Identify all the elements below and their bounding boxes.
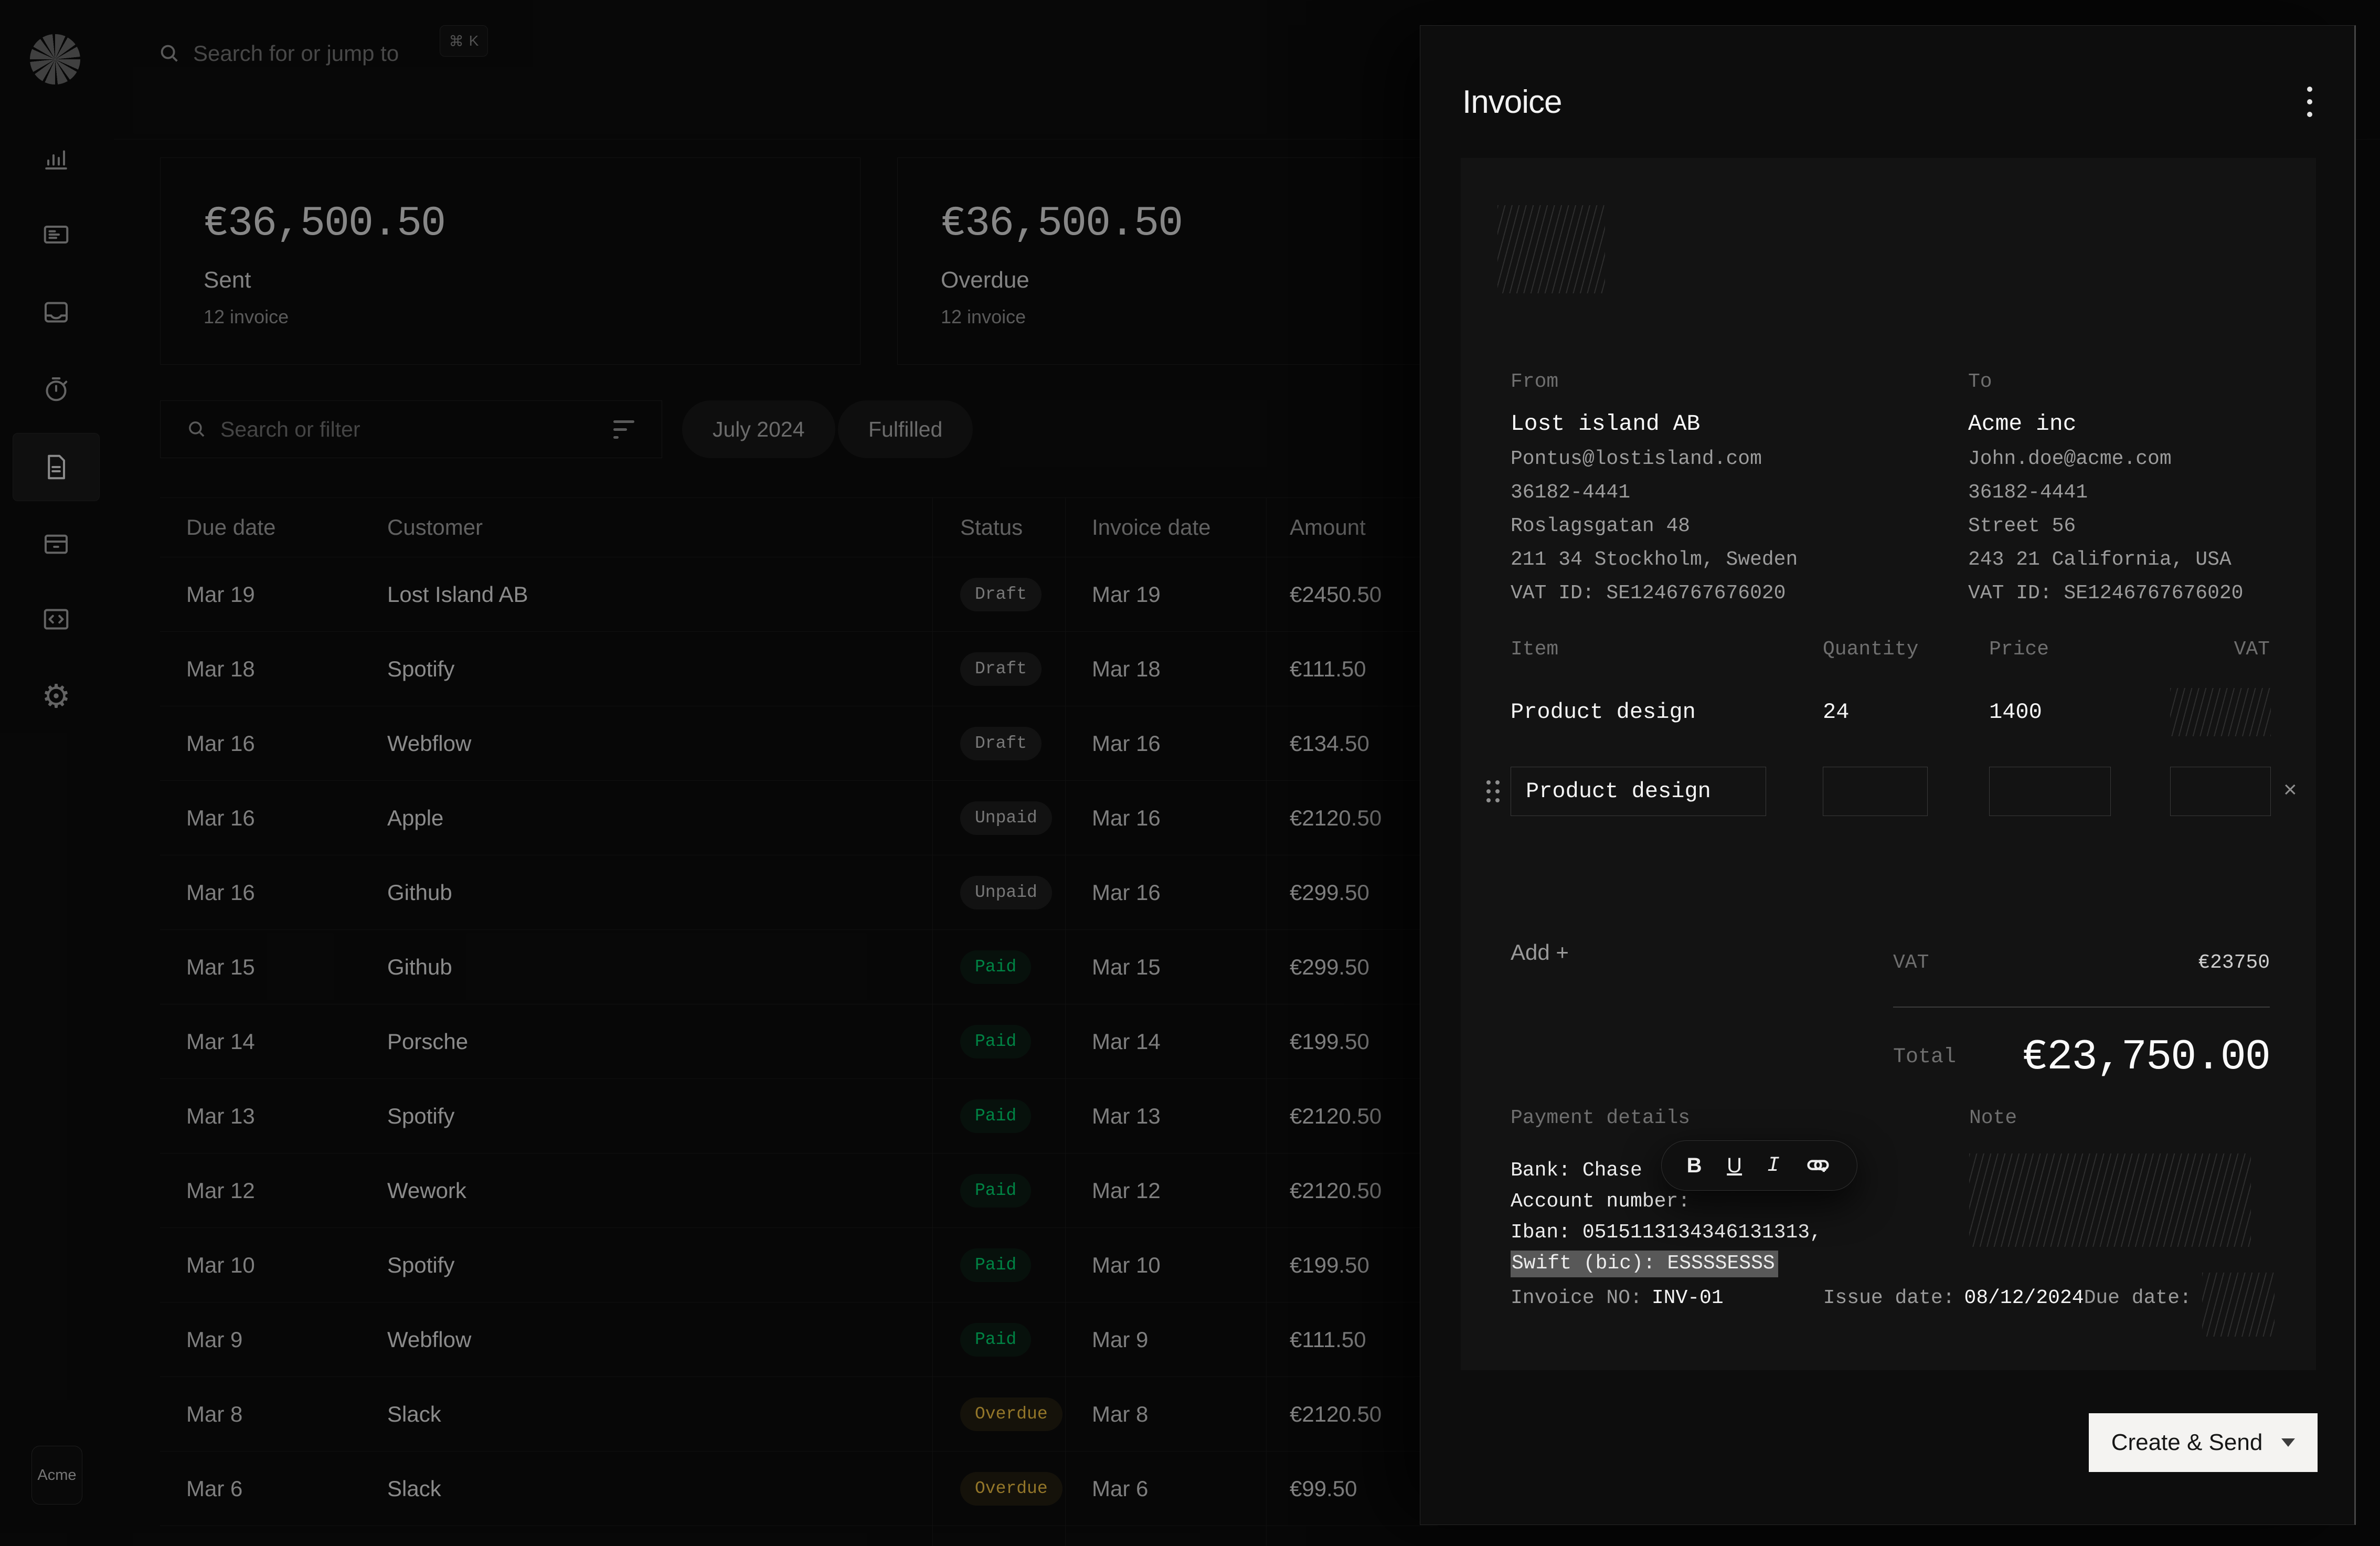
address-line: 36182-4441 <box>1968 481 2266 504</box>
item-quantity-input[interactable] <box>1823 767 1928 816</box>
italic-button[interactable]: I <box>1767 1154 1780 1178</box>
invoice-no-label: Invoice NO: <box>1511 1287 1642 1309</box>
summary-divider <box>1893 1007 2270 1008</box>
invoice-summary: VAT €23750 Total €23,750.00 <box>1893 951 2270 1082</box>
payment-details-label: Payment details <box>1511 1107 1909 1129</box>
address-line: VAT ID: SE1246767676020 <box>1968 582 2266 605</box>
col-price: Price <box>1989 638 2170 661</box>
payment-line-selected: Swift (bic): ESSSSESSS <box>1511 1251 1909 1276</box>
issue-date-group[interactable]: Issue date: 08/12/2024 <box>1823 1287 2084 1309</box>
note-label: Note <box>1969 1107 2270 1129</box>
invoice-parties: From Lost island AB Pontus@lostisland.co… <box>1511 370 2266 605</box>
due-date-placeholder[interactable] <box>2202 1273 2275 1337</box>
payment-line: Iban: 0515113134346131313, <box>1511 1220 1909 1245</box>
from-company: Lost island AB <box>1511 411 1968 437</box>
item-name-input[interactable]: Product design <box>1511 767 1766 816</box>
drag-handle-icon[interactable] <box>1486 780 1500 802</box>
item-quantity: 24 <box>1823 700 1989 725</box>
item-vat-input[interactable] <box>2170 767 2271 816</box>
issue-date-label: Issue date: <box>1823 1287 1955 1309</box>
address-line: Street 56 <box>1968 515 2266 537</box>
from-block[interactable]: From Lost island AB Pontus@lostisland.co… <box>1511 370 1968 605</box>
create-and-send-label: Create & Send <box>2111 1429 2263 1456</box>
link-button[interactable] <box>1804 1151 1832 1181</box>
link-icon <box>1804 1151 1832 1178</box>
address-line: Pontus@lostisland.com <box>1511 448 1968 470</box>
address-line: 243 21 California, USA <box>1968 548 2266 571</box>
vat-value: €23750 <box>2198 951 2270 974</box>
invoice-number-group[interactable]: Invoice NO: INV-01 <box>1511 1287 1724 1309</box>
total-value: €23,750.00 <box>2022 1033 2270 1082</box>
address-line: 36182-4441 <box>1511 481 1968 504</box>
col-item: Item <box>1511 638 1823 661</box>
invoice-no-value: INV-01 <box>1652 1287 1724 1309</box>
more-options-kebab-icon[interactable] <box>2302 81 2318 122</box>
to-company: Acme inc <box>1968 411 2266 437</box>
address-line: John.doe@acme.com <box>1968 448 2266 470</box>
text-format-toolbar: B U I <box>1661 1140 1857 1191</box>
col-quantity: Quantity <box>1823 638 1989 661</box>
create-and-send-button[interactable]: Create & Send <box>2089 1413 2318 1472</box>
to-block[interactable]: To Acme inc John.doe@acme.com 36182-4441 S… <box>1968 370 2266 605</box>
bold-button[interactable]: B <box>1687 1154 1702 1178</box>
add-item-button[interactable]: Add + <box>1511 940 1569 965</box>
line-items: Item Quantity Price VAT Product design 2… <box>1511 638 2270 816</box>
issue-date-value: 08/12/2024 <box>1964 1287 2084 1309</box>
line-item-editor-row: Product design × <box>1511 767 2270 816</box>
payment-details-block[interactable]: Payment details Bank: ChaseAccount numbe… <box>1511 1107 1909 1276</box>
invoice-meta-row: Invoice NO: INV-01 Issue date: 08/12/202… <box>1511 1280 2270 1316</box>
to-label: To <box>1968 370 2266 393</box>
due-date-label: Due date: <box>2084 1287 2192 1309</box>
item-name: Product design <box>1511 700 1823 725</box>
line-item-row: Product design 24 1400 <box>1511 688 2270 736</box>
total-label: Total <box>1893 1045 1956 1069</box>
from-label: From <box>1511 370 1968 393</box>
sheet-title: Invoice <box>1462 83 1561 121</box>
underline-button[interactable]: U <box>1727 1154 1742 1178</box>
to-lines: John.doe@acme.com 36182-4441 Street 56 243 … <box>1968 448 2266 605</box>
invoice-sheet: Invoice From Lost island AB Pontus@losti… <box>1420 25 2356 1525</box>
line-items-header: Item Quantity Price VAT <box>1511 638 2270 661</box>
note-placeholder[interactable] <box>1969 1153 2251 1247</box>
vat-label: VAT <box>1893 951 1929 974</box>
chevron-down-icon <box>2281 1438 2295 1447</box>
note-block[interactable]: Note <box>1969 1107 2270 1247</box>
sheet-header: Invoice <box>1462 78 2318 125</box>
remove-row-icon[interactable]: × <box>2283 778 2297 804</box>
address-line: VAT ID: SE1246767676020 <box>1511 582 1968 605</box>
payment-line: Account number: <box>1511 1189 1909 1214</box>
item-vat-placeholder <box>2170 688 2271 736</box>
address-line: 211 34 Stockholm, Sweden <box>1511 548 1968 571</box>
invoice-preview-card: From Lost island AB Pontus@lostisland.co… <box>1461 158 2316 1370</box>
address-line: Roslagsgatan 48 <box>1511 515 1968 537</box>
from-lines: Pontus@lostisland.com 36182-4441 Roslagsga… <box>1511 448 1968 605</box>
item-price: 1400 <box>1989 700 2170 725</box>
app-root: ⚙ Acme Search for or jump to ⌘ K €36,500… <box>0 0 2380 1546</box>
item-price-input[interactable] <box>1989 767 2111 816</box>
due-date-group[interactable]: Due date: <box>2084 1280 2275 1316</box>
logo-upload-placeholder[interactable] <box>1497 205 1605 293</box>
col-vat: VAT <box>2234 638 2270 661</box>
